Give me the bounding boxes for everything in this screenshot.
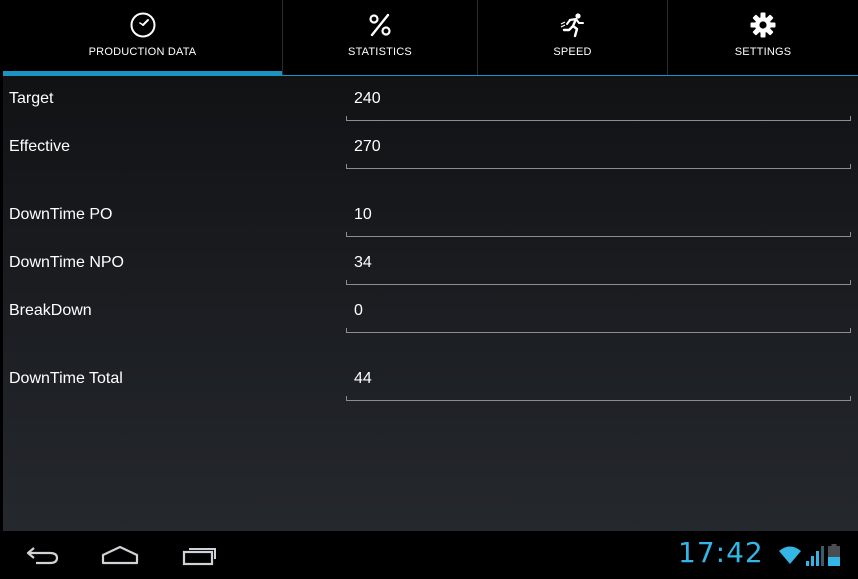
tab-label: SETTINGS — [734, 46, 792, 58]
downtime-po-value[interactable]: 10 — [354, 206, 372, 224]
breakdown-field[interactable]: 0 — [346, 288, 851, 333]
form-row-downtime-npo: DownTime NPO 34 — [3, 240, 858, 288]
breakdown-label: BreakDown — [9, 302, 92, 319]
field-underline — [346, 396, 851, 401]
production-data-form: Target 240 Effective 270 DownTime PO 10 … — [3, 76, 858, 531]
status-icons — [778, 542, 840, 566]
tab-statistics[interactable]: STATISTICS — [283, 0, 477, 76]
form-row-breakdown: BreakDown 0 — [3, 288, 858, 336]
clock-gauge-icon — [128, 10, 158, 40]
form-row-effective: Effective 270 — [3, 124, 858, 172]
wifi-icon — [779, 546, 801, 564]
downtime-total-label: DownTime Total — [9, 370, 123, 387]
tab-settings[interactable]: SETTINGS — [668, 0, 858, 76]
effective-value[interactable]: 270 — [354, 138, 381, 156]
home-icon — [101, 545, 139, 565]
form-row-downtime-total: DownTime Total 44 — [3, 356, 858, 404]
target-field[interactable]: 240 — [346, 76, 851, 121]
downtime-po-label: DownTime PO — [9, 206, 113, 223]
action-bar-tabs: PRODUCTION DATA STATISTICS SPEED SETTING… — [0, 0, 858, 76]
downtime-total-field[interactable]: 44 — [346, 356, 851, 401]
back-button[interactable] — [22, 541, 62, 569]
tab-label: PRODUCTION DATA — [88, 46, 197, 58]
status-clock: 17:42 — [678, 536, 764, 569]
form-row-target: Target 240 — [3, 76, 858, 124]
battery-icon — [828, 544, 840, 566]
field-underline — [346, 116, 851, 121]
effective-field[interactable]: 270 — [346, 124, 851, 169]
tab-production-data[interactable]: PRODUCTION DATA — [3, 0, 282, 76]
gear-icon — [748, 10, 778, 40]
tab-label: STATISTICS — [348, 46, 412, 58]
recent-apps-icon — [182, 548, 216, 566]
tab-label: SPEED — [553, 46, 592, 58]
downtime-npo-label: DownTime NPO — [9, 254, 124, 271]
cell-signal-icon — [806, 546, 824, 566]
field-underline — [346, 232, 851, 237]
percent-icon — [365, 10, 395, 40]
running-person-icon — [558, 10, 588, 40]
tab-speed[interactable]: SPEED — [478, 0, 667, 76]
field-underline — [346, 280, 851, 285]
field-underline — [346, 328, 851, 333]
effective-label: Effective — [9, 138, 71, 155]
form-row-downtime-po: DownTime PO 10 — [3, 192, 858, 240]
downtime-total-value[interactable]: 44 — [354, 370, 372, 388]
downtime-npo-value[interactable]: 34 — [354, 254, 372, 272]
home-button[interactable] — [100, 541, 140, 569]
back-arrow-icon — [26, 547, 59, 565]
field-underline — [346, 164, 851, 169]
downtime-npo-field[interactable]: 34 — [346, 240, 851, 285]
target-label: Target — [9, 90, 54, 107]
breakdown-value[interactable]: 0 — [354, 302, 363, 320]
target-value[interactable]: 240 — [354, 90, 381, 108]
recent-apps-button[interactable] — [180, 541, 220, 569]
downtime-po-field[interactable]: 10 — [346, 192, 851, 237]
